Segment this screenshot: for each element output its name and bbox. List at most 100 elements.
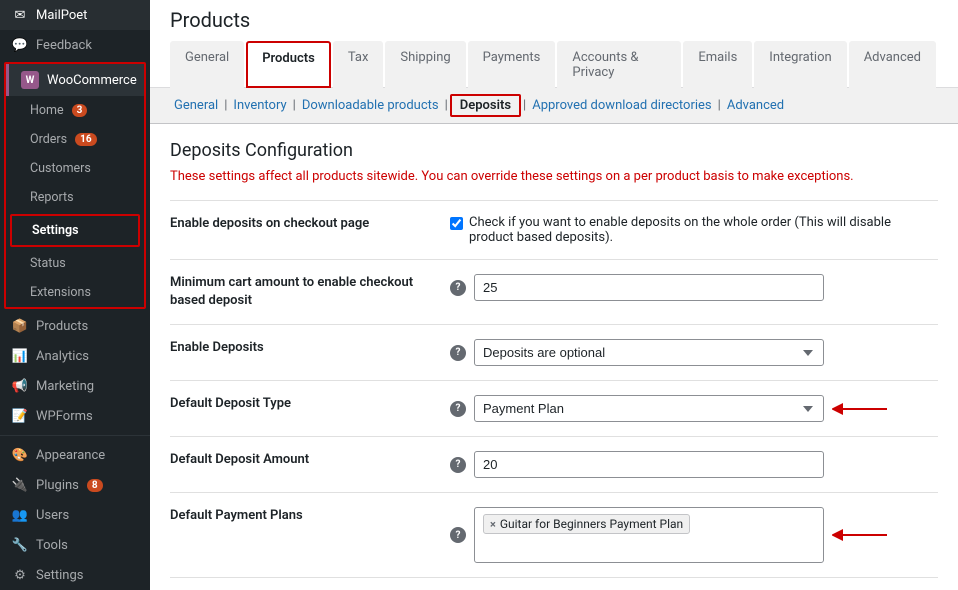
sidebar-item-extensions[interactable]: Extensions bbox=[6, 278, 144, 307]
wpforms-icon: 📝 bbox=[12, 408, 28, 424]
row-min-cart: Minimum cart amount to enable checkout b… bbox=[170, 260, 938, 325]
main-tabs: General Products Tax Shipping Payments A… bbox=[170, 40, 938, 87]
row-deposit-amount: Default Deposit Amount ? bbox=[170, 437, 938, 493]
checkbox-enable-deposits-label[interactable]: Check if you want to enable deposits on … bbox=[450, 215, 938, 245]
sidebar-item-wpforms[interactable]: 📝 WPForms bbox=[0, 401, 150, 431]
content-area: General | Inventory | Downloadable produ… bbox=[150, 88, 958, 590]
tab-general[interactable]: General bbox=[170, 41, 244, 88]
sidebar-item-settings[interactable]: Settings bbox=[12, 216, 138, 245]
section-desc: These settings affect all products sitew… bbox=[170, 169, 938, 184]
row-payment-plans: Default Payment Plans ? × Guitar for Beg… bbox=[170, 493, 938, 578]
sep1: | bbox=[224, 98, 227, 113]
tag-remove-button[interactable]: × bbox=[490, 518, 496, 531]
page-header: Products General Products Tax Shipping P… bbox=[150, 0, 958, 88]
sub-nav-general[interactable]: General bbox=[170, 96, 222, 115]
label-payment-plans: Default Payment Plans bbox=[170, 507, 450, 525]
label-min-cart: Minimum cart amount to enable checkout b… bbox=[170, 274, 450, 310]
tab-integration[interactable]: Integration bbox=[754, 41, 846, 88]
value-min-cart: ? bbox=[450, 274, 938, 301]
sidebar-item-feedback[interactable]: 💬 Feedback bbox=[0, 30, 150, 60]
label-enable-deposits-dropdown: Enable Deposits bbox=[170, 339, 450, 357]
settings-table: Enable deposits on checkout page Check i… bbox=[170, 200, 938, 578]
sidebar-item-appearance[interactable]: 🎨 Appearance bbox=[0, 440, 150, 470]
input-deposit-amount[interactable] bbox=[474, 451, 824, 478]
tab-tax[interactable]: Tax bbox=[333, 41, 384, 88]
tab-products[interactable]: Products bbox=[246, 41, 331, 88]
sidebar-item-reports[interactable]: Reports bbox=[6, 183, 144, 212]
sidebar-item-status[interactable]: Status bbox=[6, 249, 144, 278]
select-deposit-type[interactable]: Payment Plan Percentage Fixed Amount bbox=[474, 395, 824, 422]
appearance-icon: 🎨 bbox=[12, 447, 28, 463]
tab-payments[interactable]: Payments bbox=[468, 41, 556, 88]
help-icon-deposit-amount[interactable]: ? bbox=[450, 457, 466, 473]
label-deposit-amount: Default Deposit Amount bbox=[170, 451, 450, 469]
sidebar-item-home[interactable]: Home 3 bbox=[6, 96, 144, 125]
row-enable-deposits: Enable deposits on checkout page Check i… bbox=[170, 201, 938, 260]
value-payment-plans: ? × Guitar for Beginners Payment Plan bbox=[450, 507, 938, 563]
arrow-annotation-deposit-type bbox=[832, 399, 892, 419]
settings-highlight: Settings bbox=[10, 214, 140, 247]
sidebar-item-tools[interactable]: 🔧 Tools bbox=[0, 530, 150, 560]
sep5: | bbox=[718, 98, 721, 113]
woo-submenu: Home 3 Orders 16 Customers Reports Setti… bbox=[6, 96, 144, 307]
sidebar-item-customers[interactable]: Customers bbox=[6, 154, 144, 183]
help-icon-payment-plans[interactable]: ? bbox=[450, 527, 466, 543]
tab-accounts-privacy[interactable]: Accounts & Privacy bbox=[557, 41, 681, 88]
help-icon-deposit-type[interactable]: ? bbox=[450, 401, 466, 417]
tag-input-area-payment-plans[interactable]: × Guitar for Beginners Payment Plan bbox=[474, 507, 824, 563]
sub-nav-deposits[interactable]: Deposits bbox=[450, 94, 521, 117]
sep2: | bbox=[293, 98, 296, 113]
tab-emails[interactable]: Emails bbox=[683, 41, 752, 88]
sidebar: ✉ MailPoet 💬 Feedback W WooCommerce Home… bbox=[0, 0, 150, 590]
feedback-icon: 💬 bbox=[12, 37, 28, 53]
sub-nav-approved-dirs[interactable]: Approved download directories bbox=[528, 96, 715, 115]
input-min-cart[interactable] bbox=[474, 274, 824, 301]
help-icon-min-cart[interactable]: ? bbox=[450, 280, 466, 296]
sidebar-item-marketing[interactable]: 📢 Marketing bbox=[0, 371, 150, 401]
help-icon-enable-deposits[interactable]: ? bbox=[450, 345, 466, 361]
select-enable-deposits[interactable]: Deposits are optional Deposits are requi… bbox=[474, 339, 824, 366]
value-enable-deposits: Check if you want to enable deposits on … bbox=[450, 215, 938, 245]
tab-advanced[interactable]: Advanced bbox=[849, 41, 936, 88]
value-enable-deposits-dropdown: ? Deposits are optional Deposits are req… bbox=[450, 339, 938, 366]
sidebar-item-analytics[interactable]: 📊 Analytics bbox=[0, 341, 150, 371]
section-title: Deposits Configuration bbox=[170, 140, 938, 161]
sidebar-item-products[interactable]: 📦 Products bbox=[0, 311, 150, 341]
sub-nav-advanced[interactable]: Advanced bbox=[723, 96, 788, 115]
main-content: Products General Products Tax Shipping P… bbox=[150, 0, 958, 590]
sub-nav: General | Inventory | Downloadable produ… bbox=[150, 88, 958, 124]
sidebar-item-settings2[interactable]: ⚙ Settings bbox=[0, 560, 150, 590]
sep3: | bbox=[445, 98, 448, 113]
tools-icon: 🔧 bbox=[12, 537, 28, 553]
sidebar-item-mailpoet[interactable]: ✉ MailPoet bbox=[0, 0, 150, 30]
mailpoet-icon: ✉ bbox=[12, 7, 28, 23]
sub-nav-downloadable[interactable]: Downloadable products bbox=[298, 96, 443, 115]
sep4: | bbox=[523, 98, 526, 113]
settings-icon: ⚙ bbox=[12, 567, 28, 583]
tag-guitar-payment-plan: × Guitar for Beginners Payment Plan bbox=[483, 514, 690, 534]
plugins-icon: 🔌 bbox=[12, 477, 28, 493]
section-content: Deposits Configuration These settings af… bbox=[150, 124, 958, 590]
value-deposit-amount: ? bbox=[450, 451, 938, 478]
analytics-icon: 📊 bbox=[12, 348, 28, 364]
sidebar-item-woocommerce[interactable]: W WooCommerce bbox=[6, 64, 144, 96]
row-enable-deposits-dropdown: Enable Deposits ? Deposits are optional … bbox=[170, 325, 938, 381]
marketing-icon: 📢 bbox=[12, 378, 28, 394]
tab-shipping[interactable]: Shipping bbox=[385, 41, 465, 88]
woocommerce-group: W WooCommerce Home 3 Orders 16 Customers… bbox=[4, 62, 146, 309]
arrow-annotation-payment-plans bbox=[832, 525, 892, 545]
users-icon: 👥 bbox=[12, 507, 28, 523]
sidebar-item-users[interactable]: 👥 Users bbox=[0, 500, 150, 530]
checkbox-enable-deposits[interactable] bbox=[450, 217, 463, 230]
woo-icon: W bbox=[21, 71, 39, 89]
products-icon: 📦 bbox=[12, 318, 28, 334]
sub-nav-inventory[interactable]: Inventory bbox=[229, 96, 290, 115]
label-deposit-type: Default Deposit Type bbox=[170, 395, 450, 413]
sidebar-item-orders[interactable]: Orders 16 bbox=[6, 125, 144, 154]
row-deposit-type: Default Deposit Type ? Payment Plan Perc… bbox=[170, 381, 938, 437]
label-enable-deposits: Enable deposits on checkout page bbox=[170, 215, 450, 233]
sidebar-item-plugins[interactable]: 🔌 Plugins 8 bbox=[0, 470, 150, 500]
value-deposit-type: ? Payment Plan Percentage Fixed Amount bbox=[450, 395, 938, 422]
page-title: Products bbox=[170, 8, 938, 32]
divider bbox=[0, 435, 150, 436]
